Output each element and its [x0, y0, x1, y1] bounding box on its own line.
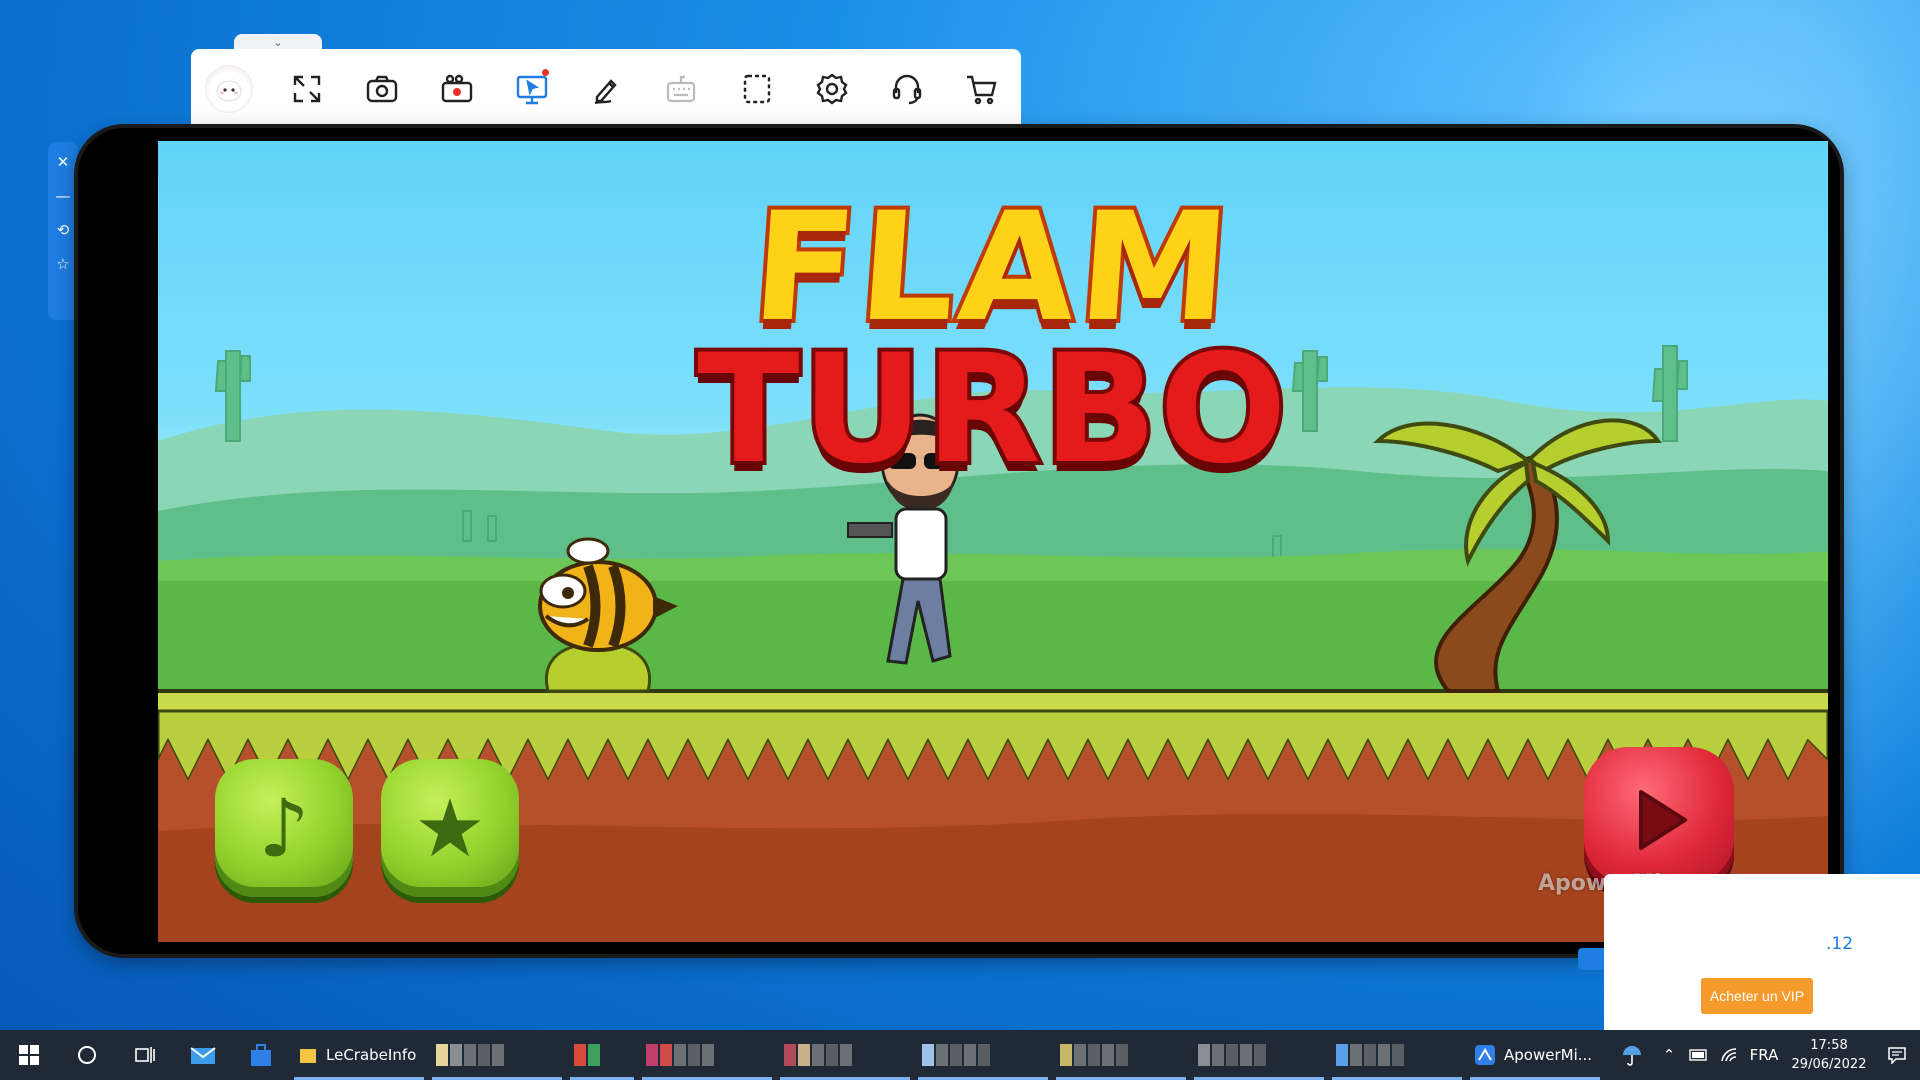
notifications-button[interactable]	[1874, 1030, 1920, 1080]
whiteboard-button[interactable]	[569, 49, 644, 129]
music-button[interactable]: ♪	[215, 759, 353, 897]
taskbar-app-blurred[interactable]	[638, 1030, 776, 1080]
keyboard-icon	[666, 75, 695, 103]
vip-popup: .12 Acheter un VIP	[1604, 874, 1920, 1030]
search-button[interactable]	[58, 1030, 116, 1080]
task-view-icon	[135, 1047, 155, 1063]
folder-icon	[300, 1049, 316, 1063]
settings-button[interactable]	[794, 49, 869, 129]
star-icon: ★	[414, 781, 486, 875]
rotate-icon[interactable]: ⟲	[51, 218, 75, 242]
start-button[interactable]	[0, 1030, 58, 1080]
wifi-icon	[1721, 1048, 1737, 1062]
taskbar-app-blurred[interactable]	[914, 1030, 1052, 1080]
taskbar-app-blurred[interactable]	[776, 1030, 914, 1080]
taskbar-app-lecrabeinfo[interactable]: LeCrabeInfo	[290, 1030, 428, 1080]
record-icon	[441, 74, 472, 103]
support-button[interactable]	[869, 49, 944, 129]
screenshot-button[interactable]	[344, 49, 419, 129]
play-icon	[1639, 790, 1687, 850]
windows-icon	[19, 1045, 39, 1065]
taskbar-app-blurred[interactable]	[428, 1030, 566, 1080]
clock[interactable]: 17:58 29/06/2022	[1784, 1030, 1874, 1080]
pin-icon[interactable]: ☆	[51, 252, 75, 276]
store-icon	[251, 1044, 271, 1066]
taskbar-app-blurred[interactable]	[1052, 1030, 1190, 1080]
camera-icon	[366, 75, 397, 103]
taskbar-app-label: ApowerMi...	[1504, 1046, 1593, 1064]
window-side-panel: ✕ — ⟲ ☆	[48, 142, 78, 320]
battery-icon	[1689, 1049, 1707, 1061]
taskbar: LeCrabeInfo ApowerMi... ⌃ FRA 17:58 29/0…	[0, 1030, 1920, 1080]
screenshot-region-button[interactable]	[719, 49, 794, 129]
battery-button[interactable]	[1684, 1030, 1714, 1080]
notification-dot	[542, 69, 549, 76]
task-view-button[interactable]	[116, 1030, 174, 1080]
clock-time: 17:58	[1810, 1038, 1848, 1053]
support-icon	[892, 74, 921, 105]
settings-icon	[815, 73, 848, 105]
music-note-icon: ♪	[258, 781, 310, 875]
purchase-button[interactable]	[944, 49, 1019, 129]
notification-icon	[1888, 1047, 1906, 1064]
toolbar-collapse-tab[interactable]: ⌄	[234, 34, 322, 50]
cart-icon	[966, 75, 997, 105]
minimize-icon[interactable]: —	[51, 184, 75, 208]
keyboard-button[interactable]	[644, 49, 719, 129]
clock-date: 29/06/2022	[1791, 1057, 1867, 1072]
game-screen[interactable]: FLAM TURBO ♪ ★ ApowerMirror	[158, 141, 1828, 942]
taskbar-mail[interactable]	[174, 1030, 232, 1080]
screen-control-button[interactable]	[494, 49, 569, 129]
screenshot-region-icon	[743, 74, 770, 104]
game-title-turbo: TURBO	[693, 319, 1290, 501]
chevron-up-icon: ⌃	[1662, 1046, 1676, 1064]
taskbar-app-blurred[interactable]	[566, 1030, 638, 1080]
wifi-button[interactable]	[1714, 1030, 1744, 1080]
mirror-toolbar	[191, 49, 1021, 129]
show-hidden-icons[interactable]: ⌃	[1654, 1030, 1684, 1080]
fullscreen-icon	[293, 75, 320, 103]
taskbar-store[interactable]	[232, 1030, 290, 1080]
weather-button[interactable]	[1610, 1030, 1654, 1080]
taskbar-app-blurred[interactable]	[1328, 1030, 1466, 1080]
apowermirror-logo	[205, 65, 253, 113]
whiteboard-icon	[594, 79, 617, 105]
close-icon[interactable]: ✕	[51, 150, 75, 174]
taskbar-app-blurred[interactable]	[1190, 1030, 1328, 1080]
fullscreen-button[interactable]	[269, 49, 344, 129]
rate-button[interactable]: ★	[381, 759, 519, 897]
popup-tab[interactable]	[1578, 948, 1606, 970]
mail-icon	[190, 1047, 216, 1064]
taskbar-app-apowermirror[interactable]: ApowerMi...	[1466, 1030, 1604, 1080]
umbrella-icon	[1623, 1046, 1641, 1066]
popup-price-text: .12	[1826, 934, 1854, 954]
buy-vip-button[interactable]: Acheter un VIP	[1701, 978, 1813, 1014]
language-indicator[interactable]: FRA	[1744, 1030, 1784, 1080]
cortana-icon	[78, 1046, 96, 1064]
system-tray: ⌃ FRA 17:58 29/06/2022	[1610, 1030, 1920, 1080]
taskbar-app-label: LeCrabeInfo	[326, 1046, 417, 1064]
screen-control-icon	[516, 75, 547, 105]
record-button[interactable]	[419, 49, 494, 129]
apowermirror-icon	[1475, 1045, 1495, 1065]
